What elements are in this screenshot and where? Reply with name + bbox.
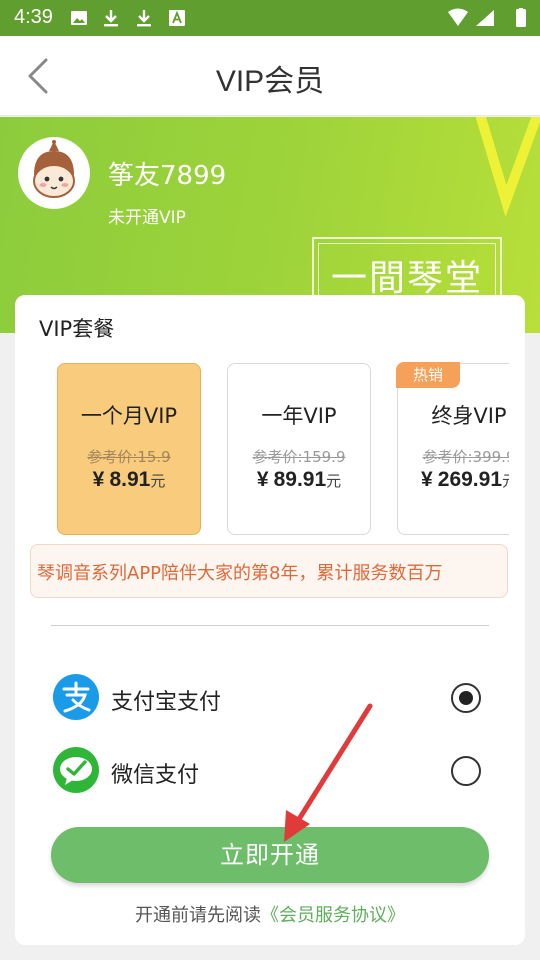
plan-name: 一年VIP <box>261 404 337 428</box>
wechat-radio[interactable] <box>451 756 481 786</box>
agreement-prefix: 开通前请先阅读 <box>135 905 261 926</box>
plan-card-monthly[interactable]: 一个月VIP 参考价:15.9 ¥ 8.91元 <box>57 363 201 535</box>
service-notice: 琴调音系列APP陪伴大家的第8年，累计服务数百万 <box>30 544 508 598</box>
hot-badge: 热销 <box>396 362 460 388</box>
payment-label: 支付宝支付 <box>111 690 222 715</box>
plan-price: ¥ 269.91元 <box>398 468 509 492</box>
download-icon <box>137 10 151 27</box>
price-unit: 元 <box>502 472 509 490</box>
price-value: 269.91 <box>437 468 502 491</box>
text-a-icon <box>169 10 185 26</box>
radio-selected-dot <box>459 691 473 705</box>
plan-name: 终身VIP <box>431 404 507 428</box>
image-icon <box>71 11 87 25</box>
plan-ref-price: 参考价:159.9 <box>252 448 346 466</box>
plan-card-lifetime[interactable]: 热销 终身VIP 参考价:399.9 ¥ 269.91元 <box>396 362 510 535</box>
plan-price: ¥ 89.91元 <box>228 468 370 492</box>
payment-label: 微信支付 <box>111 763 200 788</box>
avatar[interactable] <box>18 137 90 209</box>
avatar-character-icon <box>19 138 89 208</box>
brand-text: 一間琴堂 <box>330 258 483 299</box>
package-title: VIP套餐 <box>39 317 115 341</box>
alipay-radio[interactable] <box>451 683 481 713</box>
plan-card-yearly[interactable]: 一年VIP 参考价:159.9 ¥ 89.91元 <box>227 363 371 535</box>
notice-text: 琴调音系列APP陪伴大家的第8年，累计服务数百万 <box>37 563 443 584</box>
open-vip-button[interactable]: 立即开通 <box>51 827 489 883</box>
plan-list[interactable]: 一个月VIP 参考价:15.9 ¥ 8.91元 一年VIP 参考价:159.9 … <box>15 361 509 537</box>
price-value: 8.91 <box>109 468 151 491</box>
price-currency: ¥ <box>420 468 433 491</box>
agreement-text: 开通前请先阅读《会员服务协议》 <box>15 901 525 927</box>
service-agreement-link[interactable]: 《会员服务协议》 <box>261 905 405 926</box>
battery-icon <box>516 9 526 27</box>
plan-ref-price: 参考价:399.9 <box>422 448 510 466</box>
status-bar: 4:39 <box>0 0 540 36</box>
download-icon <box>104 10 118 27</box>
user-name: 筝友7899 <box>108 161 227 191</box>
price-unit: 元 <box>150 472 166 490</box>
nav-bar: VIP会员 <box>0 36 540 116</box>
signal-icon <box>476 10 494 26</box>
payment-option-wechat[interactable]: 微信支付 <box>51 741 491 801</box>
vip-status: 未开通VIP <box>108 208 186 228</box>
status-time: 4:39 <box>14 6 53 28</box>
plan-ref-price: 参考价:15.9 <box>87 448 171 466</box>
v-logo-decoration <box>476 117 540 217</box>
status-right-icons <box>448 8 526 27</box>
price-unit: 元 <box>326 472 342 490</box>
wifi-icon <box>448 8 468 26</box>
vip-package-card: VIP套餐 一个月VIP 参考价:15.9 ¥ 8.91元 一年VIP 参考价:… <box>15 295 525 945</box>
price-currency: ¥ <box>256 468 269 491</box>
plan-name: 一个月VIP <box>80 404 178 428</box>
divider <box>51 625 489 626</box>
page-title: VIP会员 <box>215 65 325 98</box>
payment-option-alipay[interactable]: 支付宝支付 <box>51 668 491 728</box>
alipay-icon <box>53 674 99 720</box>
plan-price: ¥ 8.91元 <box>58 468 200 492</box>
wechat-pay-icon <box>53 747 99 793</box>
price-currency: ¥ <box>92 468 105 491</box>
price-value: 89.91 <box>273 468 327 491</box>
